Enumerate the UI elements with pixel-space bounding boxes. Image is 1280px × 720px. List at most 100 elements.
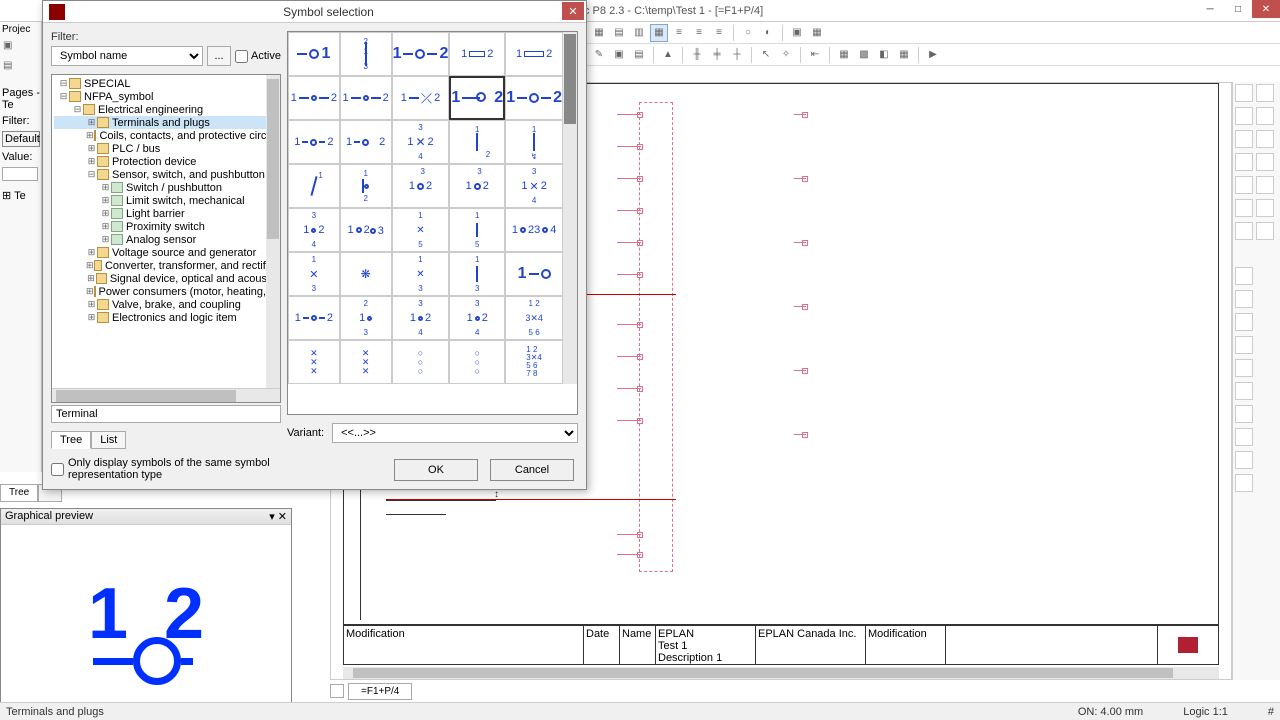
tab-list[interactable]: List (91, 431, 126, 449)
tool-icon[interactable]: ⇤ (806, 46, 824, 64)
symbol-cell[interactable]: 12 (288, 76, 340, 120)
tree-item[interactable]: ⊞Light barrier (54, 207, 278, 220)
tool-icon[interactable]: ╪ (708, 46, 726, 64)
tree-item[interactable]: ⊟Sensor, switch, and pushbutton (54, 168, 278, 181)
tool-icon[interactable]: ▦ (590, 24, 608, 42)
close-button[interactable]: ✕ (1252, 0, 1280, 18)
maximize-button[interactable]: □ (1224, 0, 1252, 18)
dialog-titlebar[interactable]: Symbol selection ✕ (43, 1, 586, 23)
tool-icon[interactable]: ▣ (788, 24, 806, 42)
tree-item[interactable]: ⊞Proximity switch (54, 220, 278, 233)
tool-icon[interactable]: ✧ (777, 46, 795, 64)
tool-icon[interactable]: ▩ (855, 46, 873, 64)
variant-select[interactable]: <<...>> (332, 423, 578, 443)
symbol-cell[interactable]: ○○○ (392, 340, 450, 384)
tree-item[interactable]: ⊟NFPA_symbol (54, 90, 278, 103)
tool-icon[interactable]: ↖ (757, 46, 775, 64)
tree-item[interactable]: ⊟SPECIAL (54, 77, 278, 90)
default-button[interactable]: Default (2, 131, 40, 147)
tool-icon[interactable]: ≡ (670, 24, 688, 42)
tree-tab[interactable]: Tree (0, 484, 38, 502)
symbol-cell[interactable]: 12 (340, 120, 392, 164)
symbol-cell[interactable]: 31✕24 (392, 120, 450, 164)
rtool-icon[interactable] (1235, 428, 1253, 446)
tool-icon[interactable]: ▤ (610, 24, 628, 42)
symbol-path[interactable] (51, 405, 281, 423)
tree-item[interactable]: ⊞Converter, transformer, and rectifier (54, 259, 278, 272)
symbol-cell[interactable]: 3124 (288, 208, 340, 252)
filter-browse-button[interactable]: ... (207, 46, 231, 66)
rtool-icon[interactable] (1235, 267, 1253, 285)
rtool-icon[interactable] (1235, 222, 1253, 240)
tree-item[interactable]: ⊞Terminals and plugs (54, 116, 278, 129)
symbol-cell[interactable]: 1 (505, 252, 563, 296)
tool-icon[interactable]: ▲ (659, 46, 677, 64)
only-display-checkbox[interactable]: Only display symbols of the same symbol … (51, 457, 281, 481)
rtool-icon[interactable] (1256, 130, 1274, 148)
symbol-cell[interactable]: 31✕24 (505, 164, 563, 208)
symbol-tree[interactable]: ⊟SPECIAL⊟NFPA_symbol⊟Electrical engineer… (51, 74, 281, 403)
rtool-icon[interactable] (1235, 290, 1253, 308)
symbol-cell[interactable]: 1✕3 (288, 252, 340, 296)
symbol-cell[interactable]: ❋ (340, 252, 392, 296)
tool-icon[interactable]: ▦ (650, 24, 668, 42)
symbol-cell[interactable]: 3124 (449, 296, 505, 340)
rtool-icon[interactable] (1235, 199, 1253, 217)
rtool-icon[interactable] (1256, 153, 1274, 171)
cancel-button[interactable]: Cancel (490, 459, 574, 481)
preview-pin-icon[interactable]: ▾ (269, 511, 275, 523)
tree-item[interactable]: ⊟Electrical engineering (54, 103, 278, 116)
tool-icon[interactable]: ▥ (630, 24, 648, 42)
tree-item[interactable]: ⊞Signal device, optical and acoustic (54, 272, 278, 285)
tool-icon[interactable]: ◐ (759, 24, 777, 42)
tab-tree[interactable]: Tree (51, 431, 91, 449)
rtool-icon[interactable] (1235, 153, 1253, 171)
symbol-cell[interactable]: 1✕5 (392, 208, 450, 252)
tree-item[interactable]: ⊞Voltage source and generator (54, 246, 278, 259)
tool-icon[interactable]: ▦ (895, 46, 913, 64)
minimize-button[interactable]: ─ (1196, 0, 1224, 18)
symbol-cell[interactable]: 1 23✕45 6 (505, 296, 563, 340)
dialog-close-button[interactable]: ✕ (562, 2, 584, 20)
rtool-icon[interactable] (1256, 199, 1274, 217)
tree-item[interactable]: ⊞Protection device (54, 155, 278, 168)
rtool-icon[interactable] (1235, 107, 1253, 125)
tree-vscroll[interactable] (266, 75, 280, 388)
symbol-cell[interactable]: 312 (449, 164, 505, 208)
symbol-cell[interactable]: 1✕3 (392, 252, 450, 296)
rtool-icon[interactable] (1235, 176, 1253, 194)
symbol-cell[interactable]: 12 (505, 32, 563, 76)
tree-item[interactable]: ⊞Valve, brake, and coupling (54, 298, 278, 311)
rtool-icon[interactable] (1235, 382, 1253, 400)
symbol-cell[interactable]: 3124 (392, 296, 450, 340)
tool-icon[interactable]: ≡ (710, 24, 728, 42)
symbol-cell[interactable]: 12 (392, 32, 450, 76)
symbol-cell-selected[interactable]: 12 (449, 76, 505, 120)
page-icon[interactable] (330, 684, 344, 698)
symbol-cell[interactable]: 12 (288, 120, 340, 164)
tree-item[interactable]: ⊞Analog sensor (54, 233, 278, 246)
symbol-cell[interactable]: 213 (340, 296, 392, 340)
rtool-icon[interactable] (1256, 222, 1274, 240)
symbol-grid[interactable]: 1 213 12 12 12 12 12 1⤫2 12 12 12 12 31✕… (287, 31, 578, 415)
active-checkbox[interactable]: Active (235, 50, 281, 63)
symbol-cell[interactable]: 1 (288, 32, 340, 76)
symbol-cell[interactable]: 12 (449, 120, 505, 164)
horizontal-scrollbar[interactable] (343, 667, 1219, 679)
symbol-cell[interactable]: 12 (340, 76, 392, 120)
symbol-cell[interactable]: 15 (449, 208, 505, 252)
rtool-icon[interactable] (1235, 130, 1253, 148)
tool-icon[interactable]: ○ (739, 24, 757, 42)
tool-icon[interactable]: ▦ (835, 46, 853, 64)
tool-icon[interactable]: ≡ (690, 24, 708, 42)
rtool-icon[interactable] (1235, 313, 1253, 331)
symbol-cell[interactable]: ✕✕✕ (288, 340, 340, 384)
ok-button[interactable]: OK (394, 459, 478, 481)
rtool-icon[interactable] (1256, 176, 1274, 194)
rtool-icon[interactable] (1256, 107, 1274, 125)
tool-icon[interactable]: ▣ (610, 46, 628, 64)
rtool-icon[interactable] (1235, 451, 1253, 469)
symbol-cell[interactable]: 12 (288, 296, 340, 340)
symbol-cell[interactable]: 12 (505, 76, 563, 120)
symbol-cell[interactable]: 1 23✕45 67 8 (505, 340, 563, 384)
